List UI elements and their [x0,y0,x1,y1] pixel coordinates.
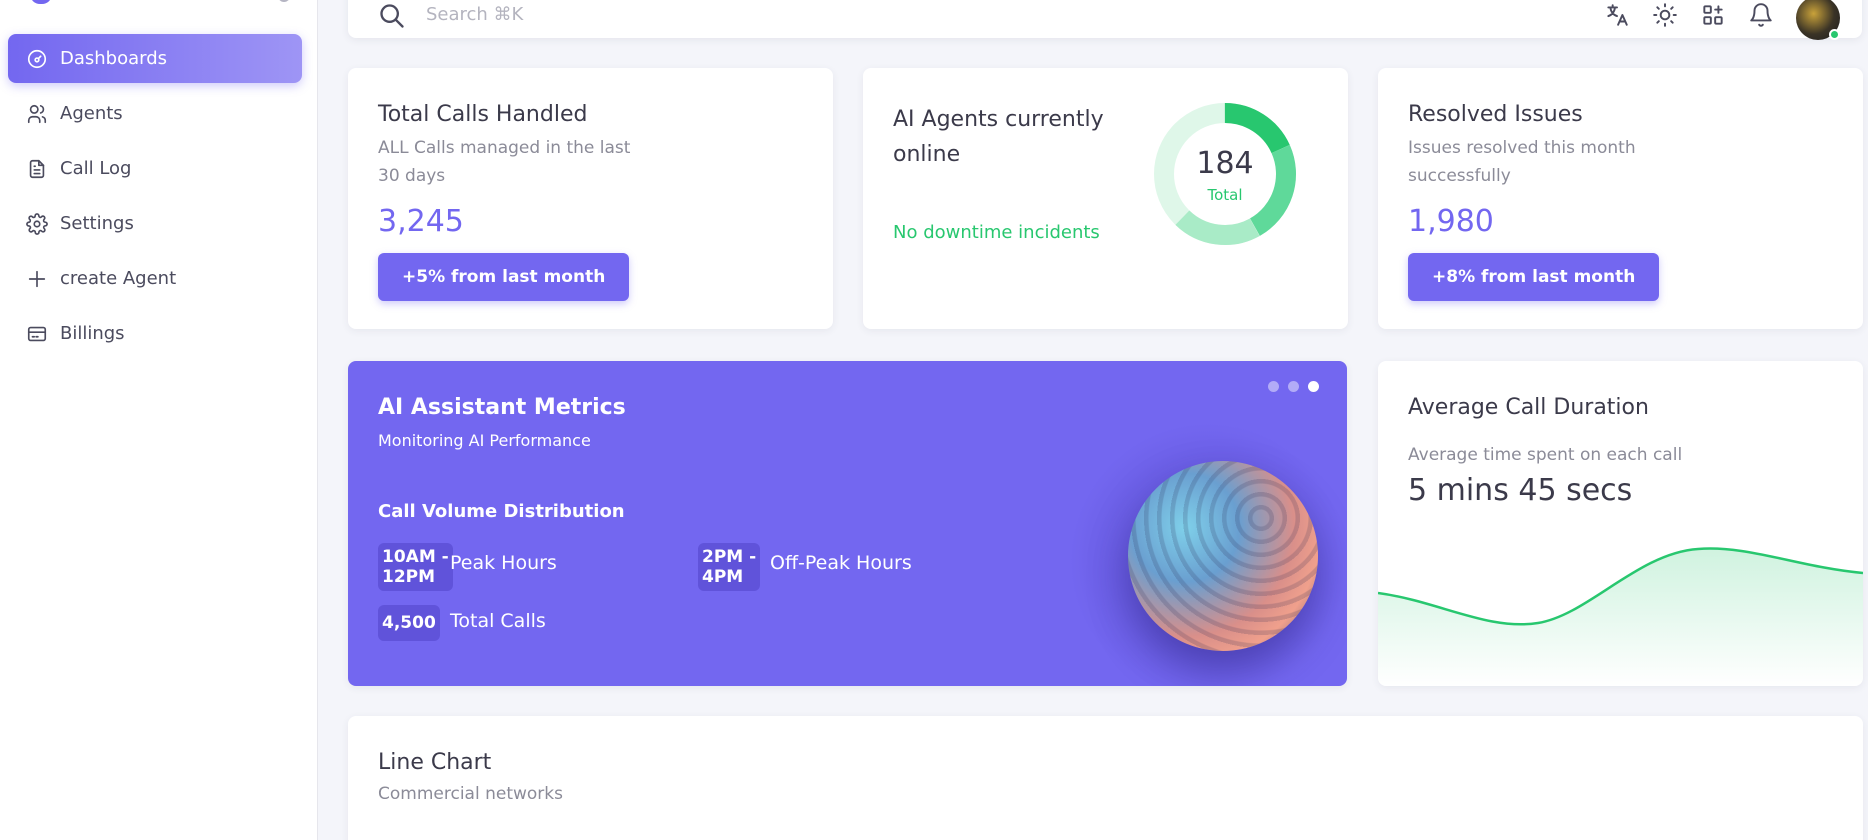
chip-line: 4PM [702,567,744,587]
card-subtitle-line: successfully [1408,166,1511,186]
sparkline-area [1378,548,1863,686]
sun-icon[interactable] [1652,2,1680,30]
card-title: Total Calls Handled [378,102,588,127]
resolved-issues-card: Resolved Issues Issues resolved this mon… [1378,68,1863,329]
sidebar-item-label: Agents [60,103,123,124]
credit-card-icon [24,321,50,347]
plus-icon [24,266,50,292]
carousel-dot-active[interactable] [1308,381,1319,392]
duration-value: 5 mins 45 secs [1408,473,1633,508]
bell-icon[interactable] [1748,2,1776,30]
card-title: Line Chart [378,750,492,775]
sidebar: Dashboards Agents Call Log Settings crea… [0,0,318,840]
shortcuts-icon[interactable] [1700,2,1728,30]
sidebar-item-agents[interactable]: Agents [8,89,302,138]
carousel-dot[interactable] [1288,381,1299,392]
metrics-subtitle: Monitoring AI Performance [378,431,591,450]
chip-line: 2PM - [702,547,757,567]
sidebar-item-label: Billings [60,323,125,344]
agents-donut-chart: 184 Total [1153,102,1297,246]
gear-icon [24,211,50,237]
card-title: AI Agents currently online [893,102,1104,172]
card-title-line: AI Agents currently [893,107,1104,132]
metrics-section-title: Call Volume Distribution [378,501,625,522]
sidebar-item-dashboards[interactable]: Dashboards [8,34,302,83]
duration-sparkline [1378,547,1863,686]
line-chart-card: Line Chart Commercial networks [348,716,1863,840]
agents-online-card: AI Agents currently online No downtime i… [863,68,1348,329]
search-icon[interactable] [378,2,406,30]
sidebar-item-create-agent[interactable]: create Agent [8,254,302,303]
carousel-dot[interactable] [1268,381,1279,392]
card-subtitle-line: ALL Calls managed in the last [378,138,631,158]
sidebar-item-label: Settings [60,213,134,234]
card-subtitle-line: 30 days [378,166,446,186]
avg-call-duration-card: Average Call Duration Average time spent… [1378,361,1863,686]
card-subtitle-line: Issues resolved this month [1408,138,1636,158]
total-calls-value: 3,245 [378,204,464,239]
metrics-title: AI Assistant Metrics [378,395,626,420]
card-title: Resolved Issues [1408,102,1583,127]
total-calls-card: Total Calls Handled ALL Calls managed in… [348,68,833,329]
total-calls-chip: 4,500 [378,605,440,641]
dashboard-icon [24,46,50,72]
peak-hours-chip: 10AM - 12PM [378,543,453,591]
card-subtitle: Commercial networks [378,784,563,804]
online-status-dot [1829,29,1840,40]
users-icon [24,101,50,127]
total-calls-label: Total Calls [450,610,546,632]
donut-value: 184 [1196,146,1254,181]
card-title-line: online [893,142,961,167]
trend-button[interactable]: +8% from last month [1408,253,1660,301]
top-navbar: Search ⌘K [348,0,1862,40]
status-text: No downtime incidents [893,222,1100,243]
sidebar-item-label: create Agent [60,268,177,289]
ai-metrics-card: AI Assistant Metrics Monitoring AI Perfo… [348,361,1347,686]
translate-icon[interactable] [1604,2,1632,30]
card-subtitle: ALL Calls managed in the last 30 days [378,134,630,190]
trend-button[interactable]: +5% from last month [378,253,630,301]
carousel-indicators [1268,381,1319,392]
offpeak-hours-chip: 2PM - 4PM [698,543,761,591]
chip-line: 12PM [382,567,436,587]
sidebar-item-billings[interactable]: Billings [8,309,302,358]
card-subtitle: Issues resolved this month successfully [1408,134,1636,190]
brand-logo [30,0,52,4]
card-title: Average Call Duration [1408,395,1649,420]
sidebar-item-label: Dashboards [60,48,168,69]
chip-line: 10AM - [382,547,449,567]
avatar[interactable] [1796,0,1840,40]
resolved-value: 1,980 [1408,204,1494,239]
search-input[interactable]: Search ⌘K [426,4,523,25]
donut-label: Total [1207,186,1243,204]
collapse-toggle-icon[interactable] [278,0,290,2]
offpeak-hours-label: Off-Peak Hours [770,552,912,574]
sidebar-item-settings[interactable]: Settings [8,199,302,248]
card-subtitle: Average time spent on each call [1408,445,1683,465]
peak-hours-label: Peak Hours [450,552,557,574]
sidebar-item-label: Call Log [60,158,132,179]
file-text-icon [24,156,50,182]
3d-sphere-illustration [1128,461,1318,651]
sidebar-nav: Dashboards Agents Call Log Settings crea… [8,34,302,364]
sidebar-item-call-log[interactable]: Call Log [8,144,302,193]
